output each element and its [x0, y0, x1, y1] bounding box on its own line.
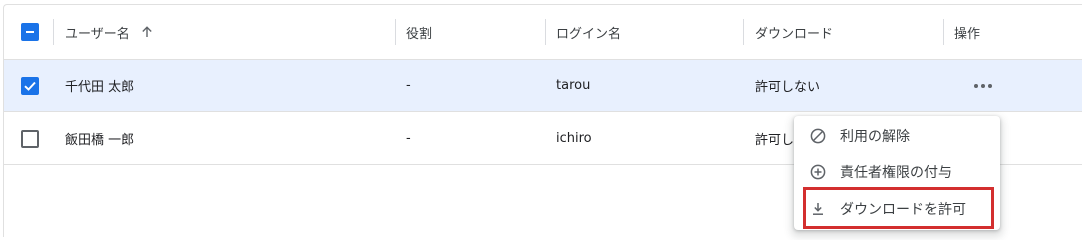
row-role: - — [406, 78, 411, 93]
more-icon[interactable] — [974, 84, 992, 88]
menu-item-label: 利用の解除 — [840, 129, 910, 145]
row-checkbox[interactable] — [21, 77, 39, 95]
menu-item-label: ダウンロードを許可 — [840, 202, 966, 218]
row-username: 千代田 太郎 — [65, 80, 135, 95]
row-username: 飯田橋 一郎 — [65, 133, 135, 148]
menu-item-grant-admin[interactable]: 責任者権限の付与 — [794, 154, 1000, 190]
row-role: - — [406, 131, 411, 146]
menu-item-label: 責任者権限の付与 — [840, 165, 952, 181]
header-role[interactable]: 役割 — [406, 5, 432, 59]
row-login: tarou — [556, 78, 591, 93]
header-login[interactable]: ログイン名 — [556, 5, 621, 59]
menu-item-revoke[interactable]: 利用の解除 — [794, 118, 1000, 154]
header-username-label: ユーザー名 — [65, 26, 130, 42]
add-circle-icon — [810, 164, 826, 180]
table-header: ユーザー名 役割 ログイン名 ダウンロード 操作 — [4, 5, 1082, 60]
header-download[interactable]: ダウンロード — [755, 5, 833, 59]
header-actions-label: 操作 — [954, 26, 981, 42]
indeterminate-icon — [26, 31, 34, 33]
header-role-label: 役割 — [406, 26, 433, 42]
table-row[interactable]: 千代田 太郎 - tarou 許可しない — [4, 60, 1082, 112]
arrow-up-icon[interactable] — [140, 25, 154, 39]
check-icon — [24, 81, 36, 91]
select-all-checkbox[interactable] — [21, 23, 39, 41]
header-username[interactable]: ユーザー名 — [65, 5, 154, 59]
row-download: 許可しない — [755, 80, 821, 95]
header-download-label: ダウンロード — [755, 26, 834, 42]
header-actions: 操作 — [954, 5, 980, 59]
menu-item-allow-download[interactable]: ダウンロードを許可 — [794, 191, 1000, 227]
row-actions-menu: 利用の解除 責任者権限の付与 ダウンロードを許可 — [794, 116, 1000, 230]
row-login: ichiro — [556, 131, 592, 146]
row-checkbox[interactable] — [21, 130, 39, 148]
block-icon — [810, 128, 826, 144]
header-login-label: ログイン名 — [556, 26, 622, 42]
download-icon — [813, 203, 823, 215]
row-download: 許可し — [755, 133, 795, 148]
